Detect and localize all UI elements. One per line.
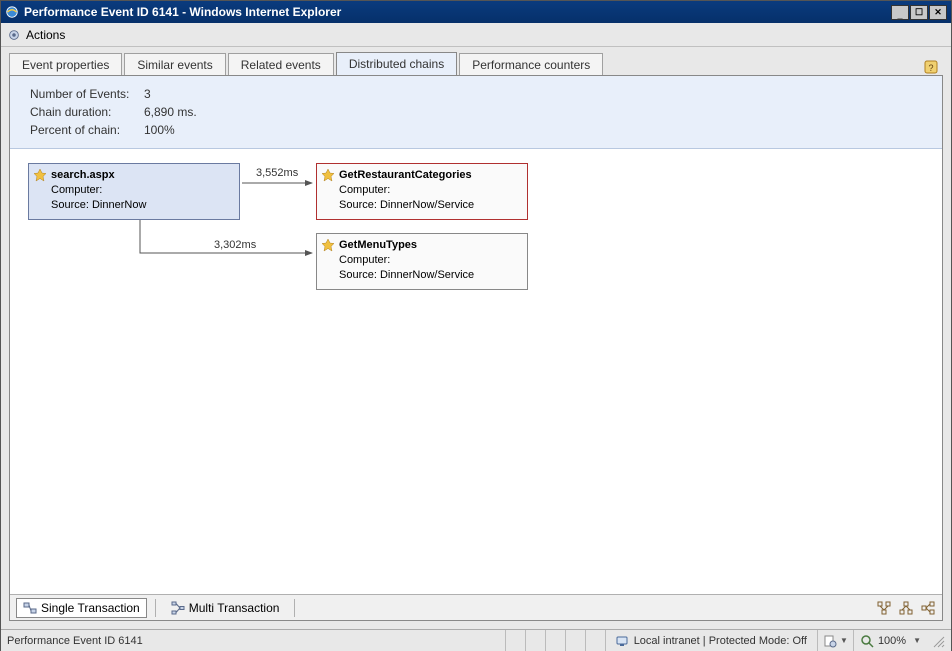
maximize-button[interactable]: ☐	[910, 5, 928, 20]
tree-expand-icon[interactable]	[876, 600, 892, 616]
page-settings-icon	[823, 634, 837, 648]
status-cell	[565, 630, 585, 651]
status-settings-button[interactable]: ▼	[817, 630, 853, 651]
edge-duration-0: 3,552ms	[256, 167, 298, 179]
node-computer-row: Computer:	[339, 183, 521, 198]
tab-distributed-chains[interactable]: Distributed chains	[336, 52, 457, 75]
svg-text:?: ?	[928, 63, 933, 73]
single-transaction-icon	[23, 601, 37, 615]
ie-icon	[5, 5, 19, 19]
security-zone[interactable]: Local intranet | Protected Mode: Off	[605, 630, 817, 651]
tab-event-properties[interactable]: Event properties	[9, 53, 122, 76]
actions-toolbar: Actions	[1, 23, 951, 47]
computer-zone-icon	[616, 634, 630, 648]
tab-similar-events[interactable]: Similar events	[124, 53, 225, 76]
edge-duration-1: 3,302ms	[214, 239, 256, 251]
gear-icon	[7, 28, 21, 42]
tab-bar: Event properties Similar events Related …	[1, 47, 951, 75]
view-toolbar: Single Transaction Multi Transaction	[10, 594, 942, 620]
node-computer-row: Computer:	[339, 253, 521, 268]
chevron-down-icon: ▼	[913, 636, 921, 645]
node-title: GetRestaurantCategories	[339, 168, 521, 183]
summary-percent-label: Percent of chain:	[24, 122, 136, 138]
help-icon[interactable]: ?	[923, 59, 939, 75]
close-button[interactable]: ✕	[929, 5, 947, 20]
window-titlebar: Performance Event ID 6141 - Windows Inte…	[1, 1, 951, 23]
multi-transaction-button[interactable]: Multi Transaction	[164, 598, 287, 618]
status-cell	[505, 630, 525, 651]
tree-collapse-icon[interactable]	[898, 600, 914, 616]
chevron-down-icon: ▼	[840, 636, 848, 645]
node-source-row: Source: DinnerNow	[51, 198, 233, 213]
event-icon	[321, 168, 335, 182]
node-computer-row: Computer:	[51, 183, 233, 198]
event-icon	[321, 238, 335, 252]
chain-summary: Number of Events: 3 Chain duration: 6,89…	[10, 76, 942, 149]
summary-chain-duration-label: Chain duration:	[24, 104, 136, 120]
minimize-button[interactable]: _	[891, 5, 909, 20]
chain-node-root[interactable]: search.aspx Computer: Source: DinnerNow	[28, 163, 240, 220]
chain-node-menu[interactable]: GetMenuTypes Computer: Source: DinnerNow…	[316, 233, 528, 290]
window-title: Performance Event ID 6141 - Windows Inte…	[24, 5, 890, 19]
summary-chain-duration-value: 6,890 ms.	[138, 104, 203, 120]
tab-performance-counters[interactable]: Performance counters	[459, 53, 603, 76]
summary-num-events-value: 3	[138, 86, 203, 102]
single-transaction-button[interactable]: Single Transaction	[16, 598, 147, 618]
zoom-icon	[860, 634, 874, 648]
tree-layout-icon[interactable]	[920, 600, 936, 616]
status-cell	[525, 630, 545, 651]
summary-num-events-label: Number of Events:	[24, 86, 136, 102]
actions-label[interactable]: Actions	[26, 28, 65, 42]
chain-canvas[interactable]: 3,552ms 3,302ms search.aspx Computer: So…	[10, 149, 942, 589]
status-cell	[545, 630, 565, 651]
tab-related-events[interactable]: Related events	[228, 53, 334, 76]
separator	[294, 599, 295, 617]
chain-node-categories[interactable]: GetRestaurantCategories Computer: Source…	[316, 163, 528, 220]
event-icon	[33, 168, 47, 182]
status-bar: Performance Event ID 6141 Local intranet…	[1, 629, 951, 651]
status-text: Performance Event ID 6141	[7, 635, 505, 647]
zoom-control[interactable]: 100% ▼	[853, 630, 927, 651]
node-title: GetMenuTypes	[339, 238, 521, 253]
multi-transaction-icon	[171, 601, 185, 615]
node-source-row: Source: DinnerNow/Service	[339, 198, 521, 213]
node-title: search.aspx	[51, 168, 233, 183]
tab-panel-distributed-chains: Number of Events: 3 Chain duration: 6,89…	[9, 75, 943, 621]
summary-percent-value: 100%	[138, 122, 203, 138]
node-source-row: Source: DinnerNow/Service	[339, 268, 521, 283]
resize-grip-icon[interactable]	[931, 634, 945, 648]
status-cell	[585, 630, 605, 651]
separator	[155, 599, 156, 617]
